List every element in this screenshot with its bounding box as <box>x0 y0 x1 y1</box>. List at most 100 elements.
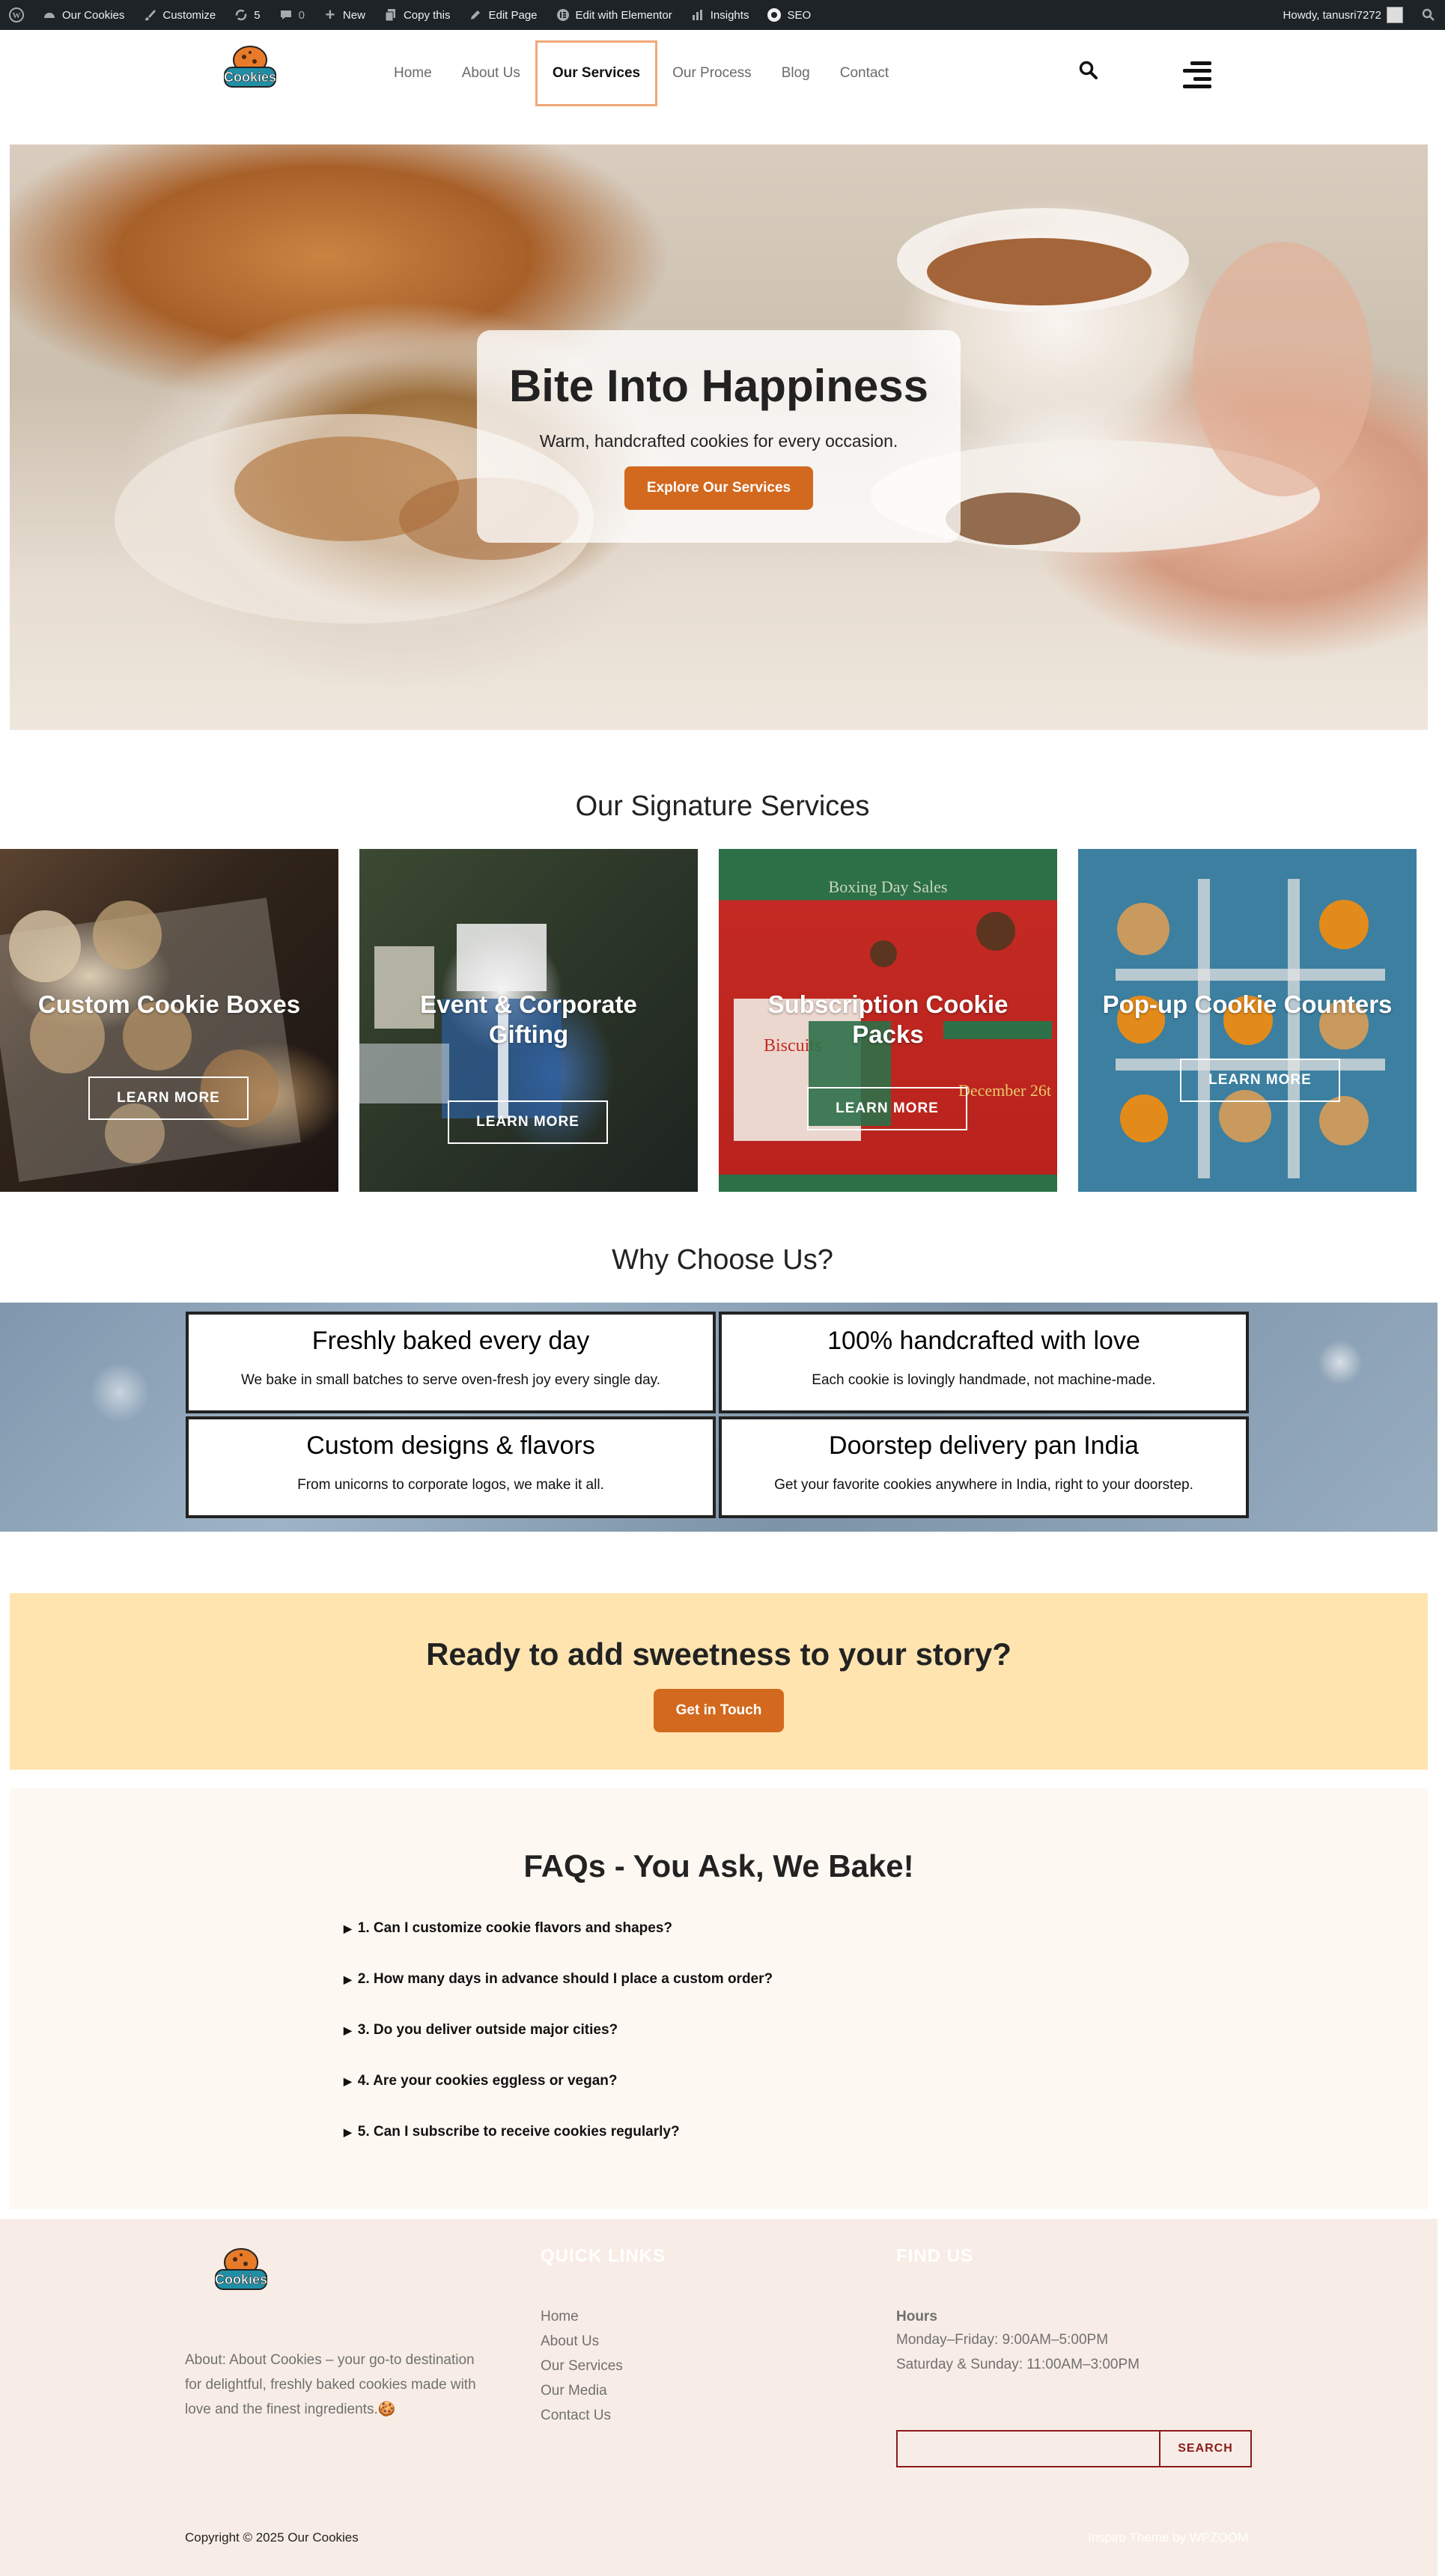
svg-text:Boxing Day Sales: Boxing Day Sales <box>829 877 948 896</box>
feature-text: From unicorns to corporate logos, we mak… <box>297 1477 604 1493</box>
service-title: Custom Cookie Boxes <box>37 990 301 1018</box>
cookie-box-image <box>0 898 301 1182</box>
tic-tac-toe-line <box>1116 969 1385 981</box>
why-choose-heading: Why Choose Us? <box>612 1244 833 1276</box>
elementor-label: Edit with Elementor <box>575 8 672 22</box>
wp-logo-menu[interactable]: W <box>0 0 33 30</box>
updates-link[interactable]: 5 <box>225 0 269 30</box>
hours-weekday: Monday–Friday: 9:00AM–5:00PM <box>896 2332 1109 2348</box>
tic-tac-toe-line <box>1198 879 1210 1178</box>
hero-subtitle: Warm, handcrafted cookies for every occa… <box>539 431 898 451</box>
search-icon <box>1079 61 1098 79</box>
customize-link[interactable]: Customize <box>133 0 225 30</box>
main-navigation: Home About Us Our Services Our Process B… <box>379 40 904 106</box>
insights-link[interactable]: Insights <box>681 0 758 30</box>
learn-more-button[interactable]: LEARN MORE <box>88 1077 249 1120</box>
seo-link[interactable]: SEO <box>758 0 820 30</box>
feature-title: Doorstep delivery pan India <box>829 1431 1139 1460</box>
feature-text: Get your favorite cookies anywhere in In… <box>774 1477 1193 1493</box>
footer-link-our-services[interactable]: Our Services <box>541 2358 623 2375</box>
faq-item[interactable]: ▶ 5. Can I subscribe to receive cookies r… <box>344 2124 680 2140</box>
hours-heading: Hours <box>896 2309 937 2324</box>
elementor-icon <box>556 7 571 22</box>
feature-box: Freshly baked every day We bake in small… <box>186 1312 716 1413</box>
service-card-custom-boxes[interactable]: Custom Cookie Boxes LEARN MORE <box>0 849 338 1192</box>
service-card-popup-counters[interactable]: Pop-up Cookie Counters LEARN MORE <box>1078 849 1417 1192</box>
get-in-touch-button[interactable]: Get in Touch <box>653 1689 785 1732</box>
disclosure-triangle-icon: ▶ <box>344 2074 352 2087</box>
insights-label: Insights <box>710 8 749 22</box>
nav-blog[interactable]: Blog <box>767 40 825 106</box>
why-choose-band: Freshly baked every day We bake in small… <box>0 1303 1438 1532</box>
new-content-menu[interactable]: + New <box>314 0 374 30</box>
brush-icon <box>142 7 157 22</box>
pencil-icon <box>468 7 483 22</box>
admin-bar: W Our Cookies Customize 5 0 + New Copy t… <box>0 0 1445 30</box>
footer-link-contact-us[interactable]: Contact Us <box>541 2408 611 2424</box>
menu-line <box>1190 61 1211 65</box>
copy-this-link[interactable]: Copy this <box>374 0 460 30</box>
header-search-button[interactable] <box>1078 60 1102 84</box>
footer-link-home[interactable]: Home <box>541 2309 579 2325</box>
updates-icon <box>234 7 249 22</box>
learn-more-button[interactable]: LEARN MORE <box>1180 1059 1340 1102</box>
quick-links-heading: QUICK LINKS <box>541 2246 666 2266</box>
footer-link-our-media[interactable]: Our Media <box>541 2383 607 2399</box>
cookie-logo-icon: Cookies <box>215 2248 267 2290</box>
service-title: Subscription Cookie Packs <box>767 990 1009 1048</box>
search-icon <box>1421 7 1436 22</box>
feature-title: Custom designs & flavors <box>306 1431 595 1460</box>
service-card-subscription[interactable]: Boxing Day Sales Biscuits December 26t S… <box>719 849 1057 1192</box>
disclosure-triangle-icon: ▶ <box>344 2125 352 2138</box>
learn-more-button[interactable]: LEARN MORE <box>807 1087 967 1130</box>
feature-title: 100% handcrafted with love <box>827 1327 1140 1355</box>
edit-page-label: Edit Page <box>488 8 538 22</box>
cookie-image <box>1319 900 1369 949</box>
updates-count: 5 <box>254 8 261 22</box>
explore-services-button[interactable]: Explore Our Services <box>624 466 814 510</box>
faq-title: FAQs - You Ask, We Bake! <box>523 1848 914 1884</box>
comment-icon <box>279 7 293 22</box>
footer-link-about-us[interactable]: About Us <box>541 2333 599 2350</box>
copy-label: Copy this <box>403 8 451 22</box>
hamburger-menu-button[interactable] <box>1180 61 1211 88</box>
faq-item[interactable]: ▶ 3. Do you deliver outside major cities? <box>344 2022 618 2038</box>
footer-search-button[interactable]: SEARCH <box>1160 2432 1250 2466</box>
feature-box: Custom designs & flavors From unicorns t… <box>186 1416 716 1518</box>
site-name-menu[interactable]: Our Cookies <box>33 0 133 30</box>
comments-link[interactable]: 0 <box>270 0 314 30</box>
faq-item[interactable]: ▶ 4. Are your cookies eggless or vegan? <box>344 2073 618 2089</box>
learn-more-button[interactable]: LEARN MORE <box>448 1100 608 1144</box>
cookie-logo-icon: Cookies <box>224 46 276 88</box>
tic-tac-toe-line <box>1288 879 1300 1178</box>
site-logo[interactable]: Cookies <box>220 45 280 94</box>
footer-logo[interactable]: Cookies <box>211 2247 271 2297</box>
elementor-link[interactable]: Edit with Elementor <box>547 0 681 30</box>
faq-item[interactable]: ▶ 2. How many days in advance should I pl… <box>344 1971 773 1988</box>
service-card-corporate-gifting[interactable]: Event & Corporate Gifting LEARN MORE <box>359 849 698 1192</box>
menu-line <box>1183 69 1211 73</box>
plus-icon: + <box>325 5 335 24</box>
nav-home[interactable]: Home <box>379 40 447 106</box>
menu-line <box>1193 76 1211 81</box>
admin-search[interactable] <box>1412 0 1445 30</box>
svg-text:December 26t: December 26t <box>958 1081 1051 1100</box>
nav-our-process[interactable]: Our Process <box>657 40 767 106</box>
nav-our-services[interactable]: Our Services <box>535 40 658 106</box>
footer-search-input[interactable] <box>898 2432 1160 2466</box>
disclosure-triangle-icon: ▶ <box>344 2024 352 2036</box>
avatar <box>1387 7 1403 23</box>
svg-text:W: W <box>13 11 21 20</box>
service-title: Pop-up Cookie Counters <box>1102 990 1393 1018</box>
howdy-label: Howdy, tanusri7272 <box>1283 8 1381 22</box>
faq-item[interactable]: ▶ 1. Can I customize cookie flavors and s… <box>344 1920 672 1937</box>
nav-about-us[interactable]: About Us <box>447 40 535 106</box>
hours-weekend: Saturday & Sunday: 11:00AM–3:00PM <box>896 2357 1140 2372</box>
footer-search-form: SEARCH <box>896 2430 1252 2467</box>
theme-credit-link[interactable]: Inspiro Theme by WPZOOM <box>1088 2530 1248 2545</box>
nav-contact[interactable]: Contact <box>825 40 904 106</box>
services-heading: Our Signature Services <box>575 791 870 822</box>
hero-section: Bite Into Happiness Warm, handcrafted co… <box>10 144 1428 730</box>
edit-page-link[interactable]: Edit Page <box>459 0 546 30</box>
account-menu[interactable]: Howdy, tanusri7272 <box>1274 0 1412 30</box>
